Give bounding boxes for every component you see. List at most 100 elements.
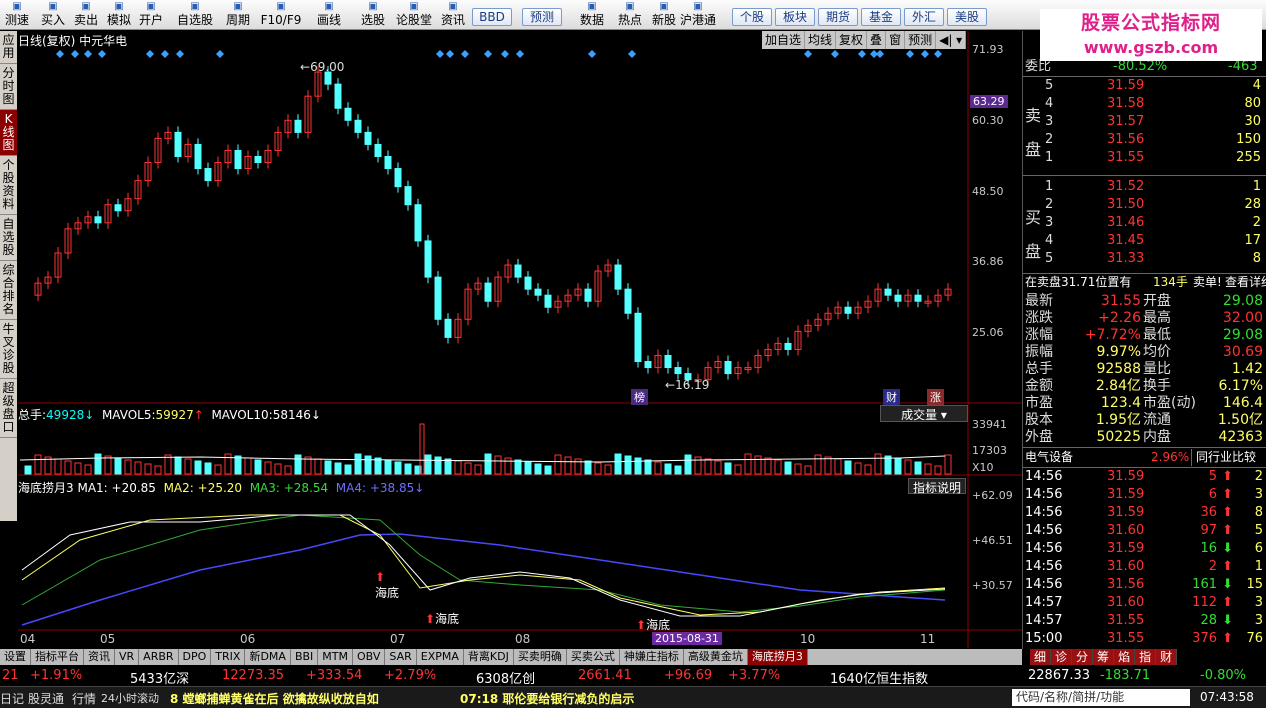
large-order-notice[interactable]: 在卖盘31.71位置有 134手卖单!查看详细 (1023, 274, 1266, 291)
market-button-0[interactable]: 个股 (732, 8, 772, 26)
search-input[interactable]: 代码/名称/简拼/功能 (1012, 689, 1190, 706)
left-tab-3[interactable]: 个股资料 (0, 156, 17, 215)
arrow-up-icon: ⬆ (1222, 559, 1233, 574)
volume-bar (854, 462, 862, 475)
indicator-tab[interactable]: 高级黄金坑 (684, 649, 748, 665)
trade-time: 14:57 (1025, 595, 1063, 610)
volume-bar (254, 459, 262, 475)
candle-body (744, 367, 752, 371)
indicator-tab[interactable]: BBI (291, 649, 319, 665)
event-tag-zhang[interactable]: 涨 (927, 389, 944, 405)
signal-diamond (906, 50, 914, 58)
notice-detail-link[interactable]: 查看详细 (1225, 274, 1266, 291)
right-tab[interactable]: 细 (1030, 649, 1052, 665)
box-button-1[interactable]: 预测 (522, 8, 562, 26)
left-tab-0[interactable]: 应用 (0, 31, 17, 64)
market-button-1[interactable]: 板块 (775, 8, 815, 26)
toolbar-button-6[interactable]: ▣ 周期 (222, 0, 254, 30)
news-scroll-2[interactable]: 07:18 耶伦要给银行减负的启示 (460, 690, 634, 707)
chart-tool-3[interactable]: 叠 (867, 31, 887, 49)
indicator-tab[interactable]: 设置 (0, 649, 31, 665)
right-tab[interactable]: 诊 (1051, 649, 1073, 665)
ticker-item: 6308亿创 (476, 672, 536, 687)
indicator-tab[interactable]: ARBR (139, 649, 179, 665)
box-button-0[interactable]: BBD (472, 8, 512, 26)
toolbar-button-1[interactable]: ▣ 买入 (38, 0, 68, 30)
indicator-tab[interactable]: 背离KDJ (464, 649, 514, 665)
event-tag-bang[interactable]: 榜 (631, 389, 648, 405)
indicator-tab[interactable]: 买卖明确 (514, 649, 567, 665)
volume-bar (474, 464, 482, 475)
trade-volume: 5 (1208, 469, 1217, 484)
indicator-tab[interactable]: DPO (179, 649, 212, 665)
market-button-5[interactable]: 美股 (947, 8, 987, 26)
trade-volume: 6 (1208, 487, 1217, 502)
toolbar-button-5[interactable]: ▣ 自选股 (172, 0, 218, 30)
left-tab-7[interactable]: 超级盘口 (0, 379, 17, 438)
forum-icon: ▣ (409, 1, 419, 12)
volume-indicator-dropdown[interactable]: 成交量 ▾ (880, 405, 968, 422)
market-button-4[interactable]: 外汇 (904, 8, 944, 26)
status-item[interactable]: 24小时滚动 (101, 690, 159, 706)
indicator-tab[interactable]: 神嫌庄指标 (620, 649, 684, 665)
toolbar-button-10[interactable]: ▣ 论股堂 (394, 0, 434, 30)
toolbar-button2-1[interactable]: ▣ 热点 (612, 0, 648, 30)
trade-count: 76 (1246, 631, 1263, 646)
bid-price: 31.52 (1107, 179, 1145, 194)
toolbar-button2-0[interactable]: ▣ 数据 (574, 0, 610, 30)
market-button-2[interactable]: 期货 (818, 8, 858, 26)
indicator-tab[interactable]: SAR (385, 649, 417, 665)
indicator-tab[interactable]: OBV (353, 649, 386, 665)
left-tab-1[interactable]: 分时图 (0, 64, 17, 110)
toolbar-button-4[interactable]: ▣ 开户 (134, 0, 168, 30)
left-tab-5[interactable]: 综合排名 (0, 261, 17, 320)
indicator-tab[interactable]: VR (115, 649, 140, 665)
indicator-tab[interactable]: 新DMA (245, 649, 291, 665)
right-tab[interactable]: 分 (1072, 649, 1094, 665)
left-tab-6[interactable]: 牛叉诊股 (0, 320, 17, 379)
right-tab[interactable]: 财 (1156, 649, 1178, 665)
chart-tool-2[interactable]: 复权 (836, 31, 868, 49)
right-tab[interactable]: 焰 (1114, 649, 1136, 665)
trade-volume: 2 (1208, 559, 1217, 574)
chart-tool-0[interactable]: 加自选 (762, 31, 806, 49)
stat-key: 股本 (1025, 412, 1053, 428)
indicator-tab[interactable]: 资讯 (84, 649, 115, 665)
toolbar-button2-3[interactable]: ▣ 沪港通 (680, 0, 716, 30)
indicator-tab[interactable]: 买卖公式 (567, 649, 620, 665)
chart-tool-4[interactable]: 窗 (886, 31, 906, 49)
indicator-tabs: 设置 指标平台 资讯 VR ARBR DPO TRIX 新DMA BBI MTM OBV SAR EXP… (0, 649, 1022, 665)
kline-chart[interactable] (0, 0, 1022, 650)
indicator-tab[interactable]: 指标平台 (31, 649, 84, 665)
status-item[interactable]: 日记 (0, 690, 24, 707)
toolbar-button-3[interactable]: ▣ 模拟 (104, 0, 134, 30)
indicator-tab[interactable]: EXPMA (417, 649, 464, 665)
toolbar-button2-2[interactable]: ▣ 新股 (646, 0, 682, 30)
chart-tool-5[interactable]: 预测 (905, 31, 937, 49)
toolbar-button-8[interactable]: ▣ 画线 (310, 0, 348, 30)
chart-tool-1[interactable]: 均线 (805, 31, 837, 49)
status-item[interactable]: 股灵通 (28, 690, 64, 707)
volume-bar (164, 454, 172, 475)
status-item[interactable]: 行情 (72, 690, 96, 707)
candle-body (354, 119, 362, 133)
toolbar-button-7[interactable]: ▣ F10/F9 (258, 0, 304, 30)
right-tab[interactable]: 指 (1135, 649, 1157, 665)
indicator-help-button[interactable]: 指标说明 (908, 478, 966, 495)
toolbar-button-2[interactable]: ▣ 卖出 (70, 0, 102, 30)
left-tab-2[interactable]: K线图 (0, 110, 17, 156)
toolbar-button-0[interactable]: ▣ 测速 (0, 0, 34, 30)
industry-compare-button[interactable]: 同行业比较 (1191, 449, 1256, 466)
toolbar-button-9[interactable]: ▣ 选股 (356, 0, 390, 30)
toolbar-button-11[interactable]: ▣ 资讯 (436, 0, 470, 30)
event-tag-cai[interactable]: 财 (883, 389, 900, 405)
indicator-tab[interactable]: 海底捞月3 (747, 649, 808, 665)
left-tab-4[interactable]: 自选股 (0, 215, 17, 261)
trade-time: 14:56 (1025, 487, 1063, 502)
chart-menu-icon[interactable]: ◀| ▾ (936, 31, 967, 49)
market-button-3[interactable]: 基金 (861, 8, 901, 26)
indicator-tab[interactable]: MTM (318, 649, 353, 665)
indicator-tab[interactable]: TRIX (211, 649, 246, 665)
right-tab[interactable]: 筹 (1093, 649, 1115, 665)
news-scroll-1[interactable]: 8 螳螂捕蝉黄雀在后 欲擒故纵收放自如 (170, 690, 379, 707)
